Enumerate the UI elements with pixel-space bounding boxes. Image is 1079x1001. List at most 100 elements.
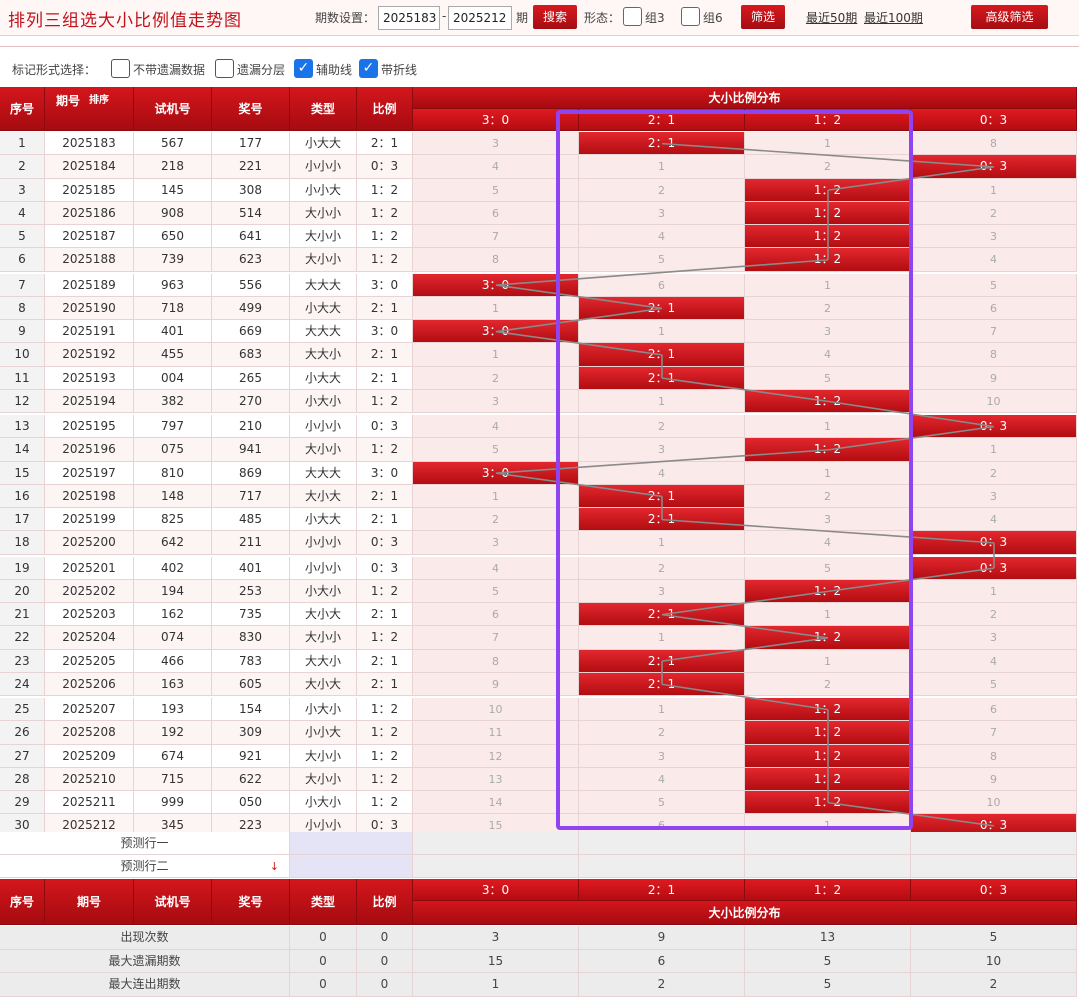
col-header-dist-0: 3：0 [413,109,579,131]
col-header-dist-title: 大小比例分布 [413,87,1077,109]
dist-missing-cell: 8 [413,649,579,673]
row-index: 5 [0,225,45,249]
predict-row-input[interactable] [290,832,413,855]
dist-missing-cell: 6 [911,296,1077,320]
dist-missing-cell: 2 [579,415,745,439]
row-ratio: 2：1 [357,296,413,320]
footer-header-dist-title: 大小比例分布 [413,901,1077,925]
row-ratio: 1：2 [357,201,413,225]
dist-missing-cell: 3 [911,225,1077,249]
dist-hit-cell: 2：1 [579,484,745,508]
stats-value-dist: 5 [911,926,1077,950]
row-ratio: 0：3 [357,155,413,179]
predict-row-cell[interactable] [579,832,745,855]
dist-hit-cell: 3：0 [413,461,579,485]
stats-value-ratio: 0 [357,949,413,973]
row-ratio: 2：1 [357,672,413,696]
row-index: 18 [0,531,45,555]
row-index: 28 [0,767,45,791]
predict-row-cell[interactable] [911,855,1077,878]
row-index: 26 [0,721,45,745]
stats-value-dist: 13 [745,926,911,950]
dist-missing-cell: 3 [579,201,745,225]
stats-value-ratio: 0 [357,926,413,950]
sort-button[interactable]: 排序 [89,95,109,107]
row-period: 2025196 [45,438,134,462]
row-type: 大大大 [290,320,357,344]
row-index: 8 [0,296,45,320]
row-ratio: 3：0 [357,461,413,485]
dist-hit-cell: 0：3 [911,556,1077,580]
row-prize: 154 [212,698,290,722]
row-index: 6 [0,248,45,272]
row-type: 大小小 [290,744,357,768]
row-type: 小大小 [290,389,357,413]
row-ratio: 2：1 [357,366,413,390]
predict-row-label[interactable]: 预测行二 ↓ [0,855,290,878]
row-trial: 148 [134,484,212,508]
row-prize: 869 [212,461,290,485]
dist-missing-cell: 9 [911,366,1077,390]
row-index: 25 [0,698,45,722]
stats-value-type: 0 [290,949,357,973]
dist-missing-cell: 1 [579,389,745,413]
row-trial: 074 [134,626,212,650]
dist-hit-cell: 0：3 [911,531,1077,555]
dist-missing-cell: 2 [579,178,745,202]
row-ratio: 0：3 [357,531,413,555]
row-period: 2025195 [45,415,134,439]
predict-row-input[interactable] [290,855,413,878]
row-period: 2025208 [45,721,134,745]
dist-missing-cell: 8 [413,248,579,272]
row-type: 小大大 [290,366,357,390]
dist-missing-cell: 6 [579,273,745,297]
dist-missing-cell: 3 [413,389,579,413]
row-type: 小小小 [290,531,357,555]
dist-missing-cell: 1 [745,649,911,673]
row-trial: 674 [134,744,212,768]
row-period: 2025211 [45,791,134,815]
dist-missing-cell: 4 [745,531,911,555]
predict-row-cell[interactable] [745,855,911,878]
stats-value-dist: 1 [413,973,579,997]
row-period: 2025183 [45,132,134,156]
row-prize: 253 [212,579,290,603]
stats-value-dist: 5 [745,949,911,973]
arrow-down-icon[interactable]: ↓ [270,855,279,877]
dist-missing-cell: 7 [911,320,1077,344]
dist-hit-cell: 1：2 [745,178,911,202]
row-index: 22 [0,626,45,650]
row-type: 大大大 [290,273,357,297]
row-type: 大大小 [290,649,357,673]
row-trial: 567 [134,132,212,156]
dist-missing-cell: 2 [579,556,745,580]
predict-row-cell[interactable] [579,855,745,878]
col-header-period[interactable]: 期号 排序 [45,87,134,131]
dist-missing-cell: 3 [413,531,579,555]
predict-row-cell[interactable] [745,832,911,855]
row-trial: 650 [134,225,212,249]
dist-missing-cell: 7 [911,721,1077,745]
row-type: 大小大 [290,672,357,696]
predict-row-cell[interactable] [413,832,579,855]
dist-missing-cell: 2 [745,672,911,696]
predict-row-cell[interactable] [413,855,579,878]
dist-missing-cell: 3 [911,626,1077,650]
row-type: 大小小 [290,225,357,249]
predict-row-label[interactable]: 预测行一 [0,832,290,855]
stats-value-dist: 6 [579,949,745,973]
trend-table: 序号 期号 排序 试机号 奖号 类型 比例 大小比例分布 3：0 2：1 1：2 0：3 1 202518… [0,0,1079,1001]
row-period: 2025200 [45,531,134,555]
dist-missing-cell: 6 [413,201,579,225]
row-type: 大大小 [290,343,357,367]
dist-hit-cell: 1：2 [745,626,911,650]
dist-missing-cell: 2 [911,603,1077,627]
row-index: 27 [0,744,45,768]
row-ratio: 1：2 [357,767,413,791]
row-type: 小大大 [290,508,357,532]
dist-missing-cell: 2 [413,366,579,390]
row-type: 大小小 [290,248,357,272]
stats-row-label: 最大连出期数 [0,973,290,997]
predict-row-cell[interactable] [911,832,1077,855]
row-period: 2025199 [45,508,134,532]
